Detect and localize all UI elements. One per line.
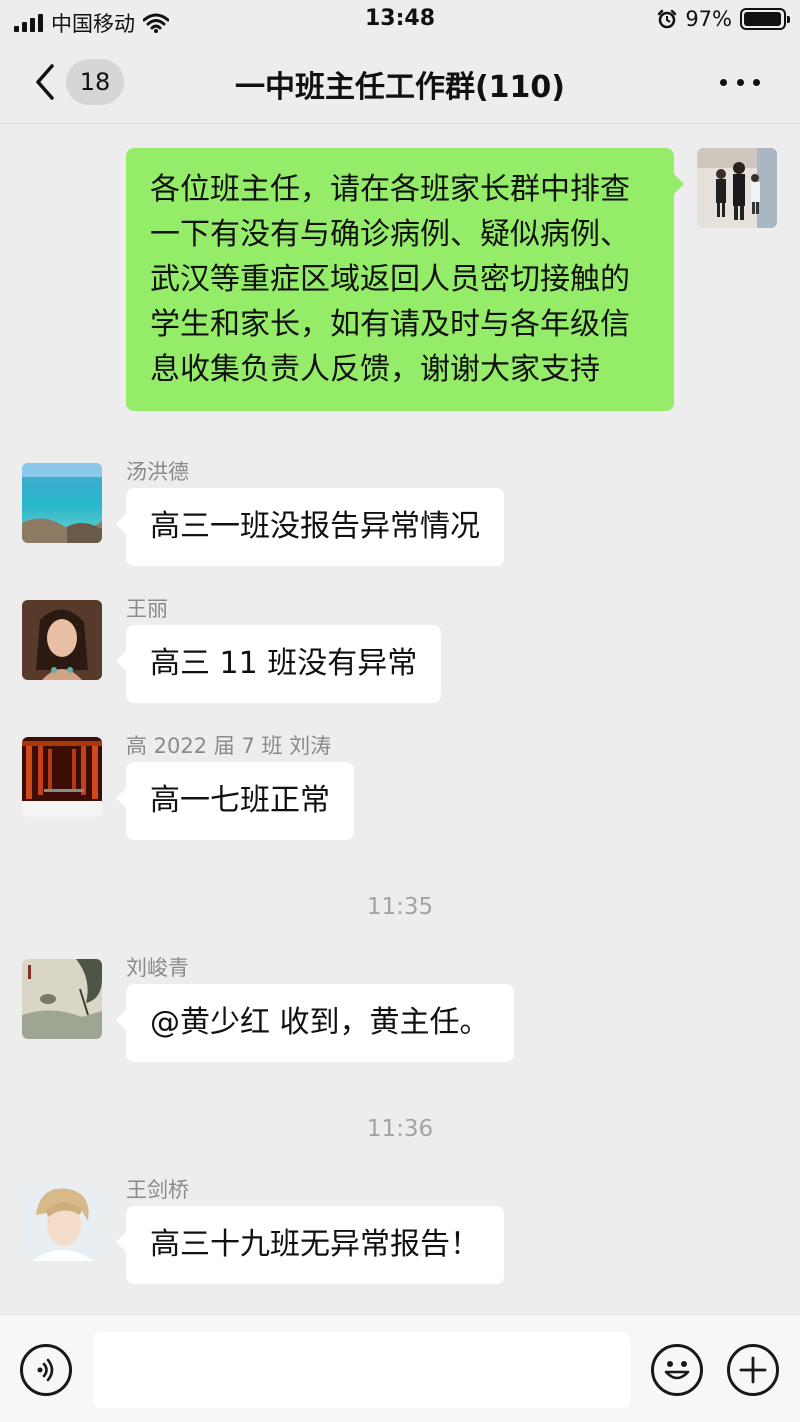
- battery-percent: 97%: [685, 7, 732, 31]
- sender-name: 高 2022 届 7 班 刘涛: [126, 734, 332, 758]
- plus-button[interactable]: [727, 1344, 779, 1396]
- nav-bar: 18 一中班主任工作群(110): [0, 40, 800, 124]
- plus-icon: [739, 1356, 767, 1384]
- time-separator: 11:35: [366, 894, 434, 920]
- sender-name: 王丽: [126, 597, 168, 621]
- avatar[interactable]: [22, 1181, 102, 1261]
- avatar-gates-photo: [22, 737, 102, 817]
- avatar-self[interactable]: [697, 148, 777, 228]
- input-bar: [0, 1314, 800, 1422]
- message-bubble[interactable]: 高三一班没报告异常情况: [116, 488, 504, 566]
- message-bubble-self[interactable]: 各位班主任，请在各班家长群中排查一下有没有与确诊病例、疑似病例、武汉等重症区域返…: [126, 148, 684, 411]
- avatar-sea-photo: [22, 463, 102, 543]
- avatar-painting-photo: [22, 959, 102, 1039]
- message-bubble[interactable]: @黄少红 收到，黄主任。: [116, 984, 514, 1062]
- avatar[interactable]: [22, 463, 102, 543]
- avatar[interactable]: [22, 737, 102, 817]
- voice-button[interactable]: [20, 1344, 72, 1396]
- time-separator: 11:36: [366, 1116, 434, 1142]
- more-icon: [720, 78, 727, 86]
- status-bar: 中国移动 13:48 97%: [0, 0, 800, 40]
- message-input[interactable]: [93, 1332, 630, 1408]
- sender-name: 汤洪德: [126, 460, 189, 484]
- avatar-self-photo: [697, 148, 777, 228]
- avatar[interactable]: [22, 600, 102, 680]
- avatar-portrait-photo: [22, 1181, 102, 1261]
- message-bubble[interactable]: 高一七班正常: [116, 762, 354, 840]
- chat-title: 一中班主任工作群(110): [234, 70, 566, 105]
- more-button[interactable]: [720, 68, 760, 96]
- message-bubble[interactable]: 高三十九班无异常报告！: [116, 1206, 504, 1284]
- sender-name: 刘峻青: [126, 956, 189, 980]
- emoji-icon: [664, 1361, 690, 1380]
- sender-name: 王剑桥: [126, 1178, 189, 1202]
- status-right: 97%: [657, 7, 790, 31]
- battery-fill: [744, 12, 781, 26]
- voice-icon: [37, 1358, 54, 1382]
- emoji-button[interactable]: [651, 1344, 703, 1396]
- avatar-portrait-photo: [22, 600, 102, 680]
- battery-icon: [740, 8, 790, 30]
- avatar[interactable]: [22, 959, 102, 1039]
- message-bubble[interactable]: 高三 11 班没有异常: [115, 625, 442, 703]
- alarm-icon: [658, 9, 677, 29]
